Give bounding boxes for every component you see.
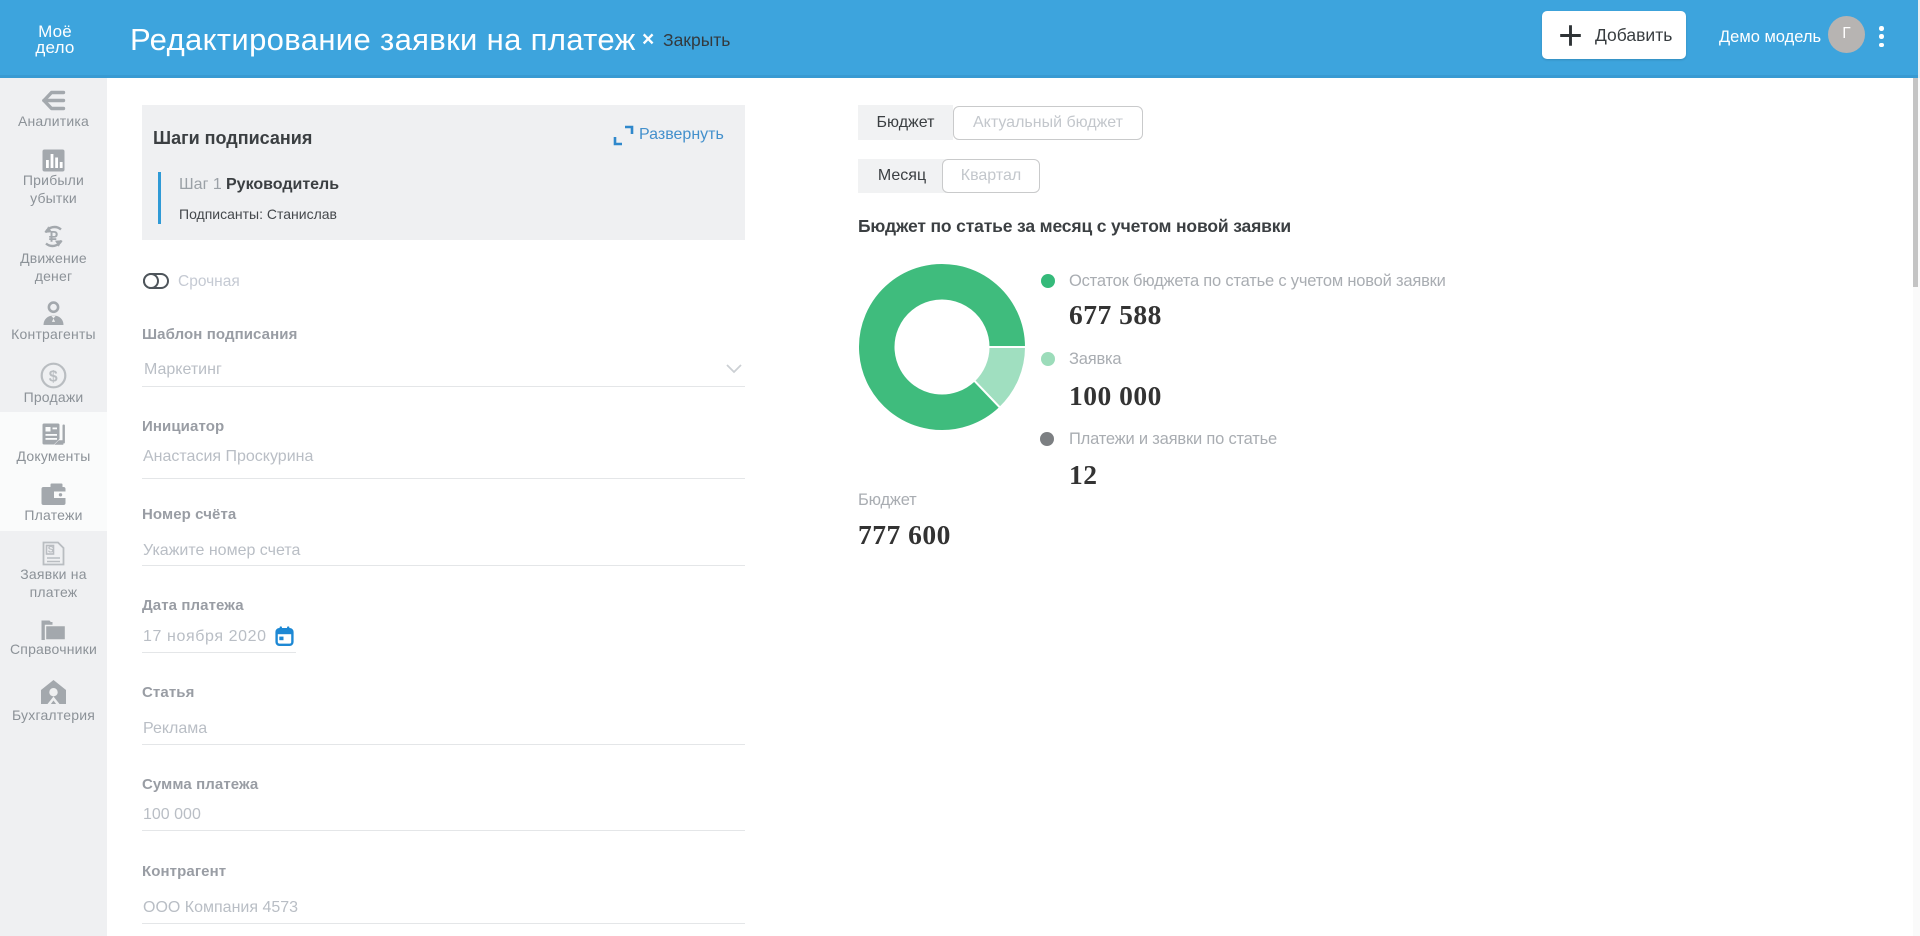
svg-text:₽: ₽ — [49, 229, 58, 245]
svg-text:S: S — [48, 545, 54, 555]
svg-text:$: $ — [49, 369, 58, 386]
